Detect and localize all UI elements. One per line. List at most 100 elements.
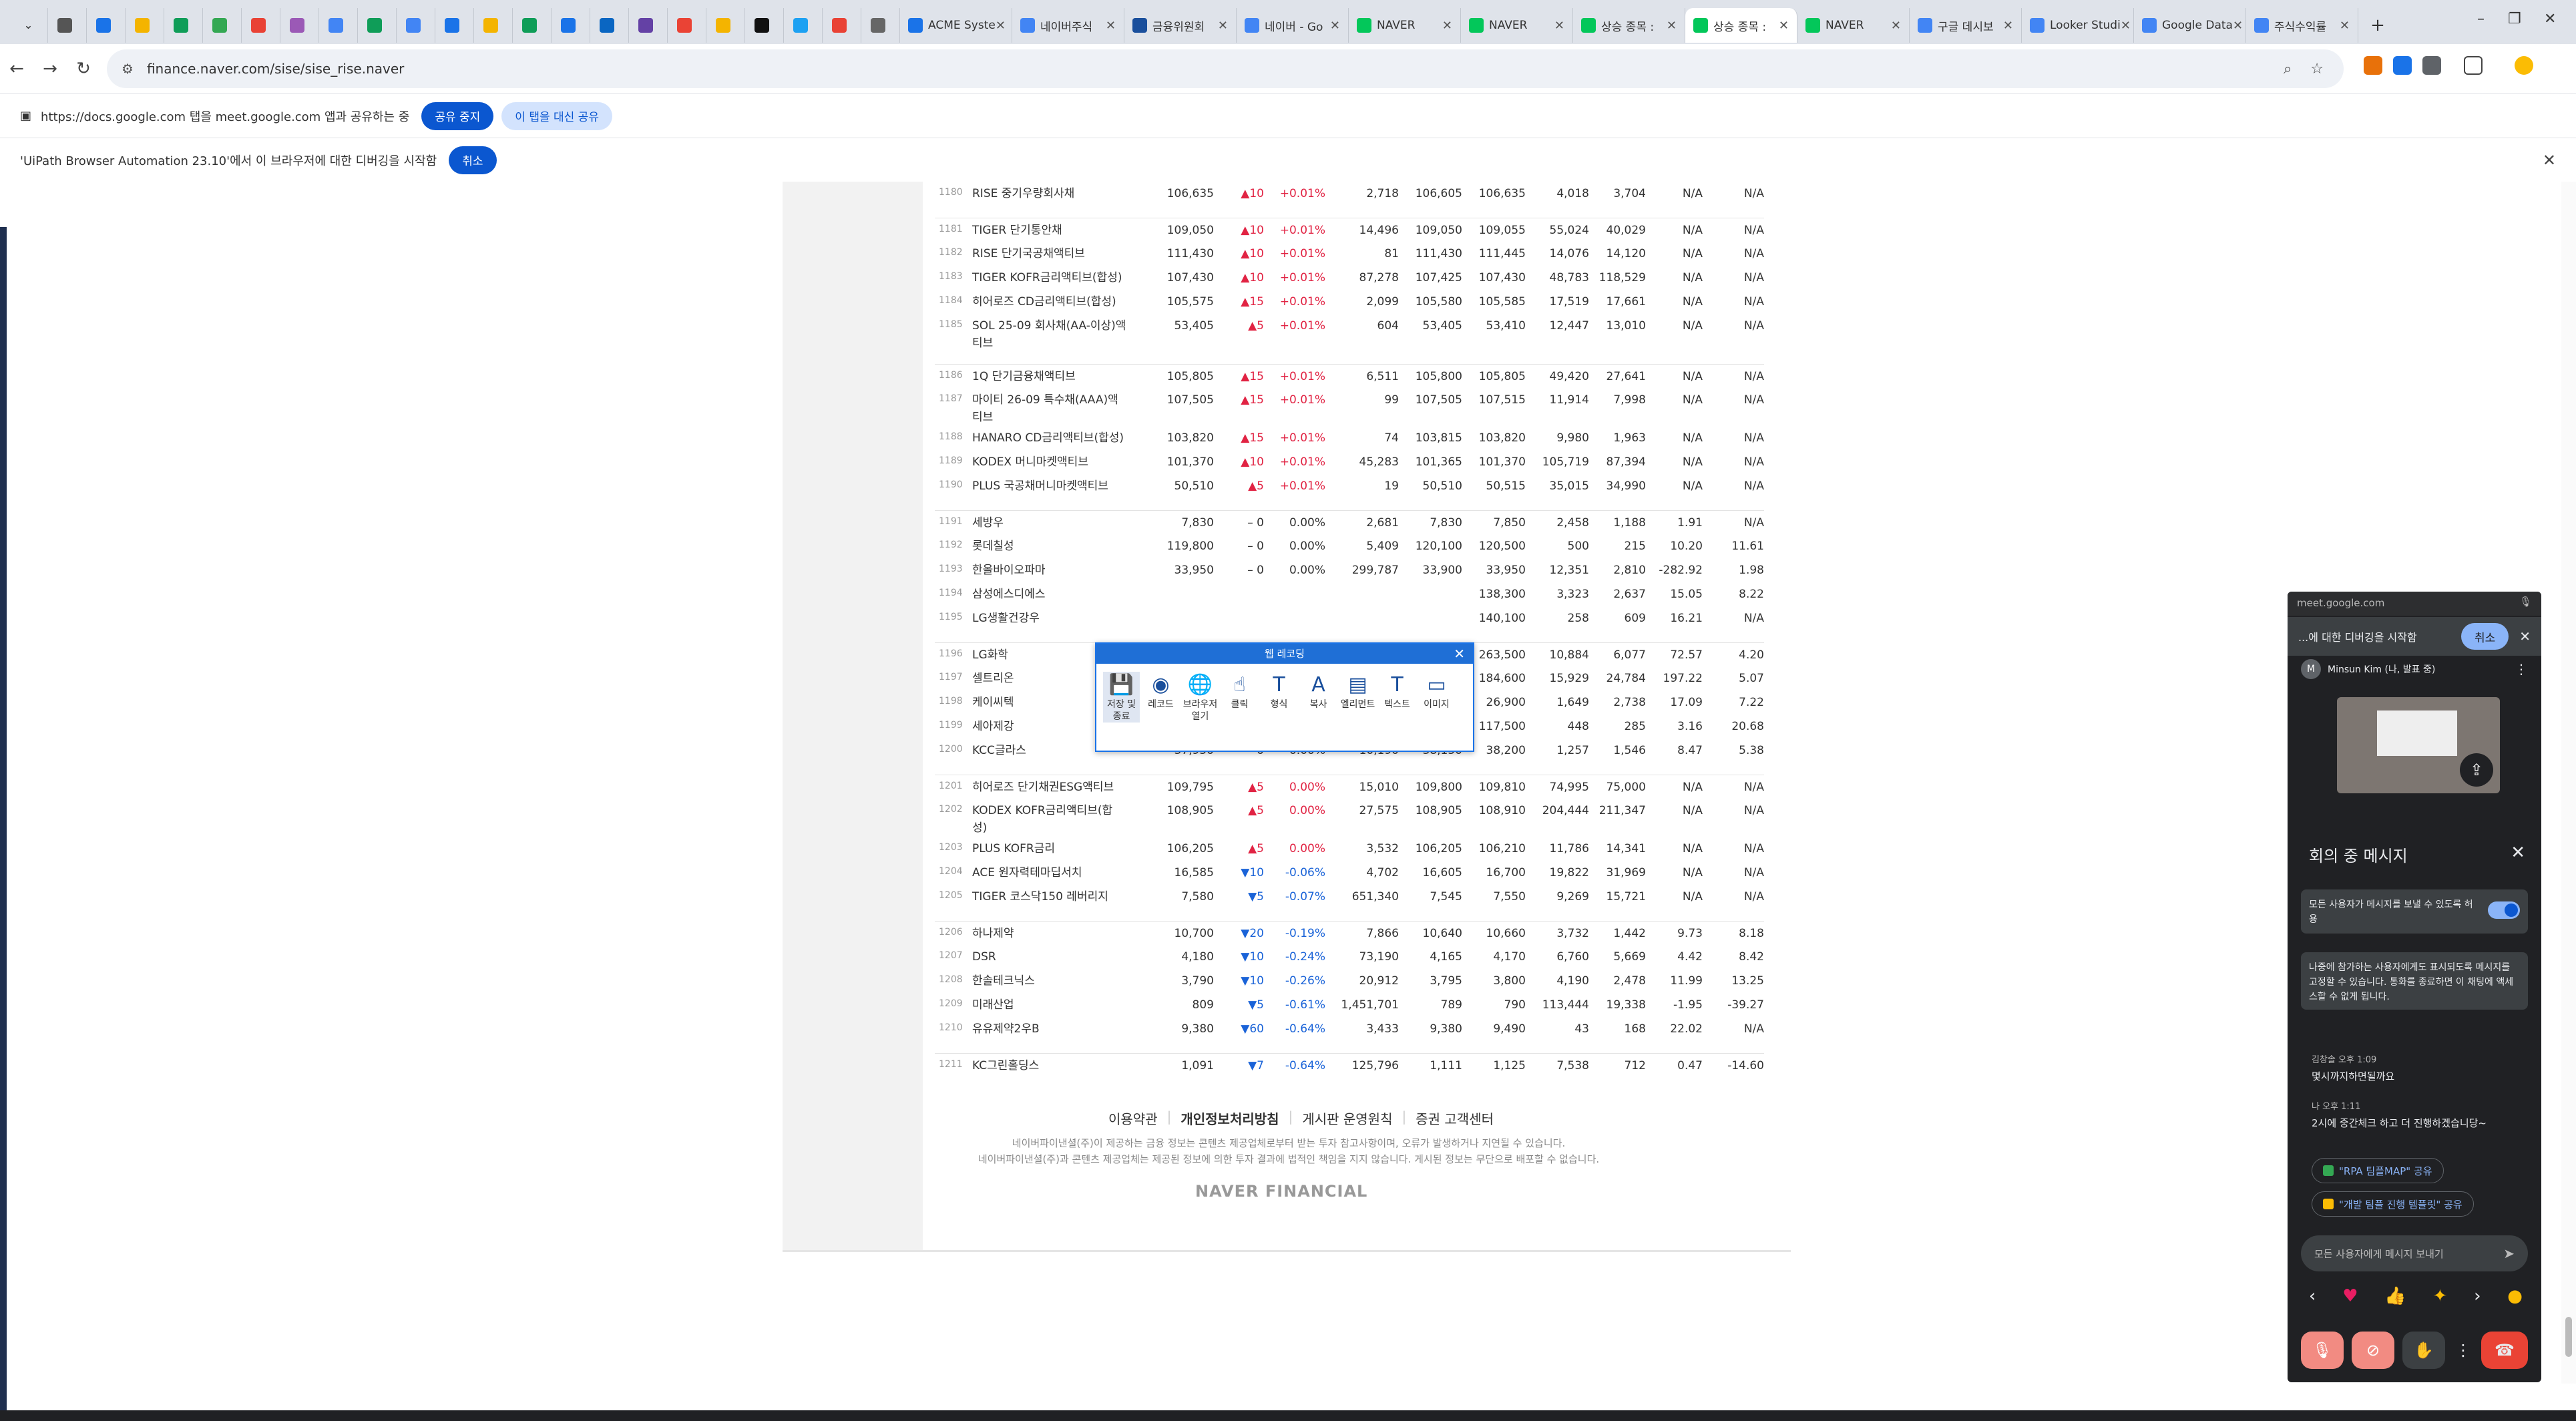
close-icon[interactable]: ✕ xyxy=(2519,628,2531,644)
side-panel-icon[interactable] xyxy=(2464,56,2483,75)
thumbs-up-reaction-icon[interactable]: 👍 xyxy=(2384,1286,2406,1306)
recorder-tool-record[interactable]: ◉ 레코드 xyxy=(1142,672,1179,723)
browser-tab[interactable] xyxy=(126,8,164,43)
browser-tab[interactable]: NAVER ✕ xyxy=(1349,8,1461,43)
scrollbar-thumb[interactable] xyxy=(2565,1317,2572,1357)
cell-name[interactable]: 히어로즈 단기채권ESG액티브 xyxy=(972,774,1127,799)
meet-cancel-button[interactable]: 취소 xyxy=(2460,623,2509,650)
close-icon[interactable]: ✕ xyxy=(1454,644,1465,664)
recorder-tool-browser[interactable]: 🌐 브라우저 열기 xyxy=(1182,672,1219,723)
zoom-icon[interactable]: ⌕ xyxy=(2284,61,2292,77)
cell-name[interactable]: 한솔테크닉스 xyxy=(972,969,1127,993)
share-this-tab-button[interactable]: 이 탭을 대신 공유 xyxy=(501,102,612,130)
extensions-puzzle-icon[interactable] xyxy=(2422,56,2441,75)
recorder-tool-copy[interactable]: A 복사 xyxy=(1300,672,1337,723)
mic-off-icon[interactable]: 🎙 xyxy=(2301,1332,2344,1369)
raise-hand-icon[interactable]: ✋ xyxy=(2402,1332,2445,1369)
camera-off-icon[interactable]: ⊘ xyxy=(2352,1332,2394,1369)
allow-messages-toggle[interactable] xyxy=(2488,901,2520,919)
close-tab-icon[interactable]: ✕ xyxy=(1554,19,1564,33)
browser-tab[interactable]: 네이버주식 ✕ xyxy=(1012,8,1124,43)
minimize-icon[interactable]: – xyxy=(2477,11,2485,27)
close-tab-icon[interactable]: ✕ xyxy=(1779,19,1789,33)
cell-name[interactable]: TIGER 단기통안채 xyxy=(972,217,1127,242)
cell-name[interactable]: 마이티 26-09 특수채(AAA)액티브 xyxy=(972,388,1127,426)
recorder-tool-type[interactable]: T 형식 xyxy=(1261,672,1297,723)
back-icon[interactable]: ← xyxy=(0,59,33,79)
address-bar[interactable]: ⚙ finance.naver.com/sise/sise_rise.naver… xyxy=(107,49,2344,88)
close-tab-icon[interactable]: ✕ xyxy=(2340,19,2350,33)
cell-name[interactable]: KODEX KOFR금리액티브(합성) xyxy=(972,799,1127,837)
close-tab-icon[interactable]: ✕ xyxy=(1442,19,1452,33)
browser-tab[interactable] xyxy=(513,8,552,43)
heart-reaction-icon[interactable]: ♥ xyxy=(2342,1286,2358,1306)
party-reaction-icon[interactable]: ✦ xyxy=(2432,1286,2447,1306)
browser-tab[interactable]: 금융위원회 ✕ xyxy=(1124,8,1237,43)
cell-name[interactable]: TIGER KOFR금리액티브(합성) xyxy=(972,266,1127,290)
close-tab-icon[interactable]: ✕ xyxy=(1330,19,1340,33)
browser-tab[interactable] xyxy=(87,8,126,43)
cell-name[interactable]: 히어로즈 CD금리액티브(합성) xyxy=(972,290,1127,314)
browser-tab[interactable] xyxy=(861,8,900,43)
footer-link[interactable]: 개인정보처리방침 xyxy=(1180,1108,1279,1128)
cell-name[interactable]: 유유제약2우B xyxy=(972,1017,1127,1041)
end-call-icon[interactable]: ☎ xyxy=(2481,1332,2528,1369)
browser-tab[interactable] xyxy=(823,8,861,43)
close-tab-icon[interactable]: ✕ xyxy=(2121,19,2131,33)
cell-name[interactable]: 세방우 xyxy=(972,510,1127,534)
new-tab-icon[interactable]: + xyxy=(2358,8,2397,43)
more-options-icon[interactable]: ⋮ xyxy=(2453,1332,2473,1369)
cell-name[interactable]: RISE 중기우량회사채 xyxy=(972,182,1127,206)
browser-tab[interactable] xyxy=(242,8,280,43)
cell-name[interactable]: TIGER 코스닥150 레버리지 xyxy=(972,885,1127,909)
close-icon[interactable]: ✕ xyxy=(2543,151,2556,170)
browser-tab[interactable]: 상승 종목 : ✕ xyxy=(1685,8,1797,43)
recorder-tool-save[interactable]: 💾 저장 및 종료 xyxy=(1103,672,1140,723)
recorder-tool-element[interactable]: ▤ 엘리먼트 xyxy=(1339,672,1376,723)
send-icon[interactable]: ➤ xyxy=(2503,1245,2515,1261)
bookmark-star-icon[interactable]: ☆ xyxy=(2310,61,2324,77)
close-tab-icon[interactable]: ✕ xyxy=(996,19,1006,33)
browser-tab[interactable]: 네이버 - Go ✕ xyxy=(1237,8,1349,43)
chevron-left-icon[interactable]: ‹ xyxy=(2309,1286,2316,1306)
footer-link[interactable]: 증권 고객센터 xyxy=(1416,1108,1494,1128)
cell-name[interactable]: 한올바이오파마 xyxy=(972,558,1127,582)
reload-icon[interactable]: ↻ xyxy=(67,59,100,79)
browser-tab[interactable] xyxy=(48,8,87,43)
browser-tab[interactable] xyxy=(358,8,397,43)
cell-name[interactable]: 롯데칠성 xyxy=(972,534,1127,558)
close-tab-icon[interactable]: ✕ xyxy=(1667,19,1677,33)
shared-file-chip[interactable]: "개발 팀플 진행 템플릿" 공유 xyxy=(2312,1191,2474,1217)
cell-name[interactable]: KODEX 머니마켓액티브 xyxy=(972,450,1127,474)
browser-tab[interactable] xyxy=(397,8,435,43)
more-vert-icon[interactable]: ⋮ xyxy=(2515,661,2528,677)
browser-tab[interactable] xyxy=(784,8,823,43)
browser-tab[interactable] xyxy=(629,8,668,43)
recorder-tool-text[interactable]: T 텍스트 xyxy=(1379,672,1416,723)
forward-icon[interactable]: → xyxy=(33,59,67,79)
cancel-debugging-button[interactable]: 취소 xyxy=(449,146,497,174)
browser-tab[interactable] xyxy=(590,8,629,43)
browser-tab[interactable]: Google Data ✕ xyxy=(2134,8,2246,43)
share-icon[interactable]: ⇪ xyxy=(2460,753,2493,787)
site-info-icon[interactable]: ⚙ xyxy=(122,61,134,77)
recorder-tool-image[interactable]: ▭ 이미지 xyxy=(1418,672,1455,723)
browser-tab[interactable] xyxy=(164,8,203,43)
browser-tab[interactable] xyxy=(745,8,784,43)
browser-tab[interactable] xyxy=(706,8,745,43)
tab-search-icon[interactable]: ⌄ xyxy=(9,8,48,43)
browser-tab[interactable]: 주식수익률 ✕ xyxy=(2246,8,2358,43)
browser-tab[interactable]: NAVER ✕ xyxy=(1797,8,1910,43)
restore-icon[interactable]: ❐ xyxy=(2508,11,2521,27)
footer-link[interactable]: 이용약관 xyxy=(1108,1108,1158,1128)
cell-name[interactable]: ACE 원자력테마딥서치 xyxy=(972,861,1127,885)
browser-tab[interactable]: 상승 종목 : ✕ xyxy=(1573,8,1685,43)
cell-name[interactable]: LG생활건강우 xyxy=(972,606,1127,630)
cell-name[interactable]: DSR xyxy=(972,945,1127,969)
close-tab-icon[interactable]: ✕ xyxy=(1891,19,1901,33)
close-tab-icon[interactable]: ✕ xyxy=(1106,19,1116,33)
browser-tab[interactable] xyxy=(280,8,319,43)
close-window-icon[interactable]: ✕ xyxy=(2544,11,2556,27)
browser-tab[interactable] xyxy=(435,8,474,43)
cell-name[interactable]: 삼성에스디에스 xyxy=(972,582,1127,606)
